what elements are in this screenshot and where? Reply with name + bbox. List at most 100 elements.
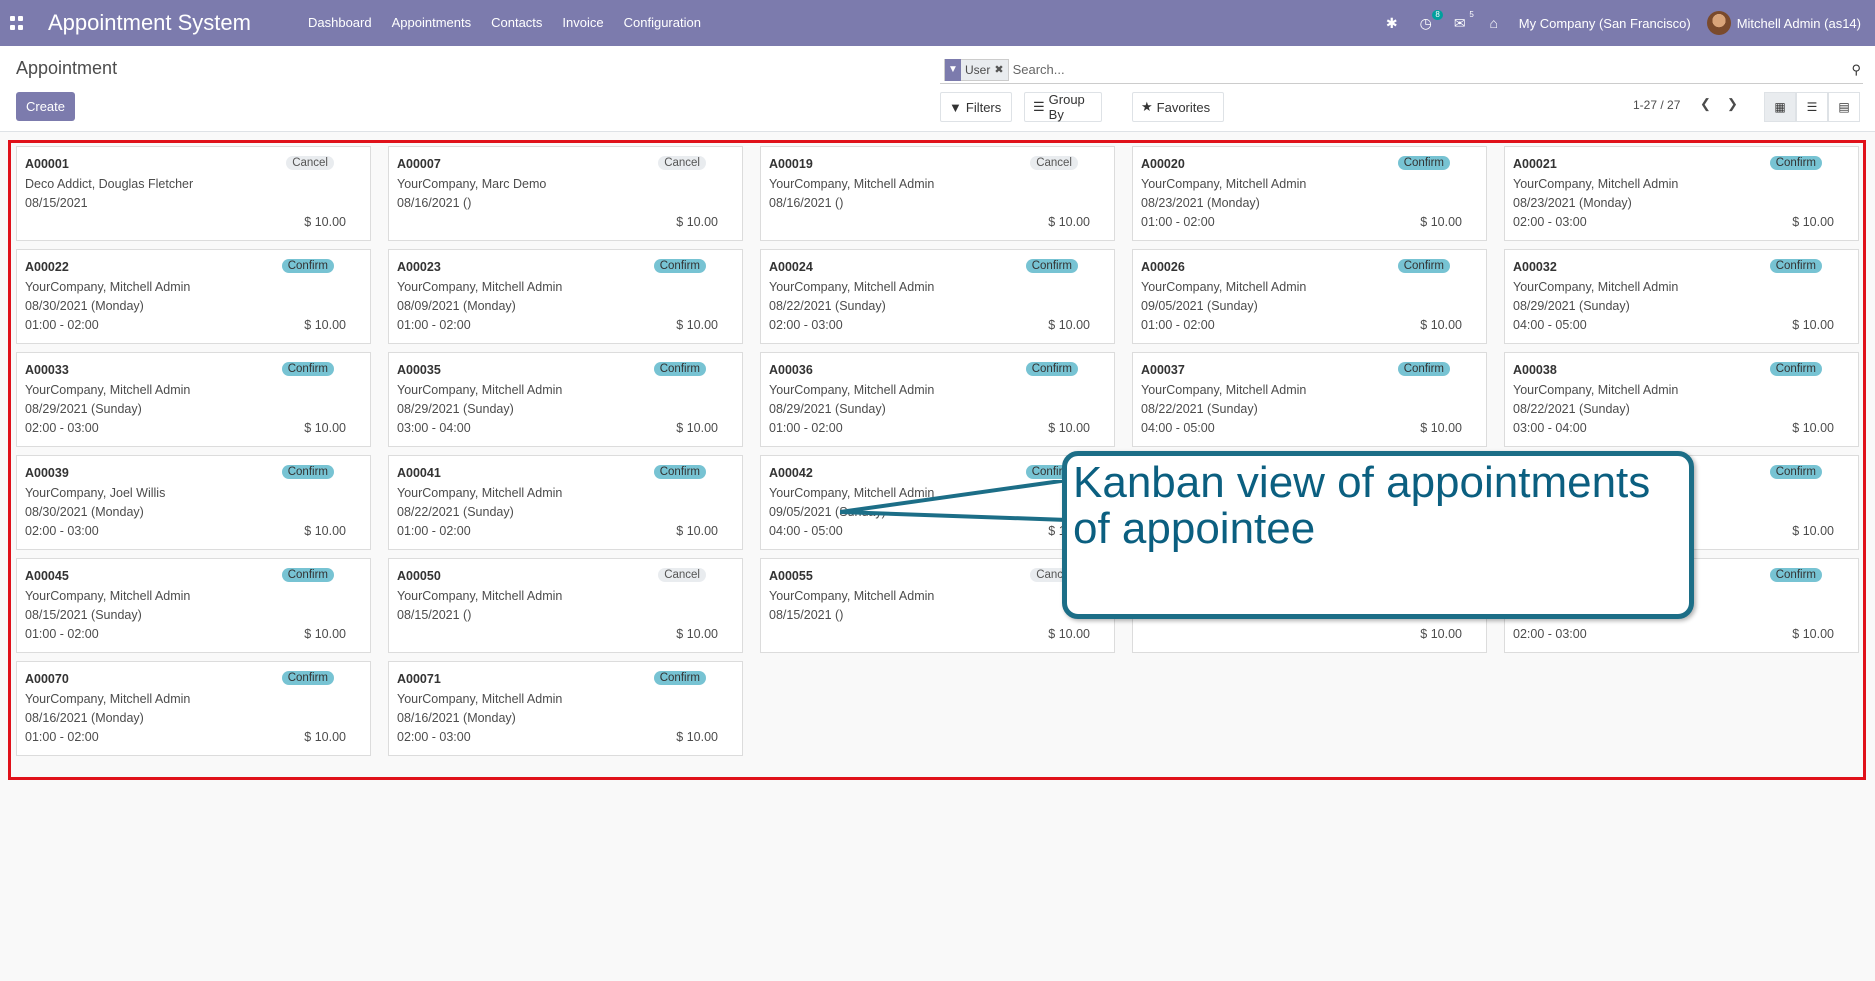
- kanban-card[interactable]: A00070 YourCompany, Mitchell Admin 08/16/2…: [16, 661, 371, 756]
- menu-dashboard[interactable]: Dashboard: [308, 15, 372, 30]
- menu-appointments[interactable]: Appointments: [392, 15, 472, 30]
- star-icon: ★: [1141, 99, 1153, 114]
- card-amount: $ 10.00: [676, 421, 718, 435]
- card-date: 08/22/2021 (Sunday): [1141, 402, 1258, 416]
- activity-clock-icon[interactable]: ◷ 8: [1417, 10, 1443, 32]
- card-amount: $ 10.00: [676, 524, 718, 538]
- card-date: 08/09/2021 (Monday): [397, 299, 516, 313]
- card-date: 09/05/2021 (Sunday): [1141, 299, 1258, 313]
- pager-next-icon[interactable]: ❯: [1727, 96, 1738, 112]
- kanban-card[interactable]: A00071 YourCompany, Mitchell Admin 08/16/2…: [388, 661, 743, 756]
- card-amount: $ 10.00: [304, 318, 346, 332]
- card-amount: $ 10.00: [304, 215, 346, 229]
- kanban-card[interactable]: A00001 Deco Addict, Douglas Fletcher 08/15…: [16, 146, 371, 241]
- kanban-card[interactable]: A00050 YourCompany, Mitchell Admin 08/15/2…: [388, 558, 743, 653]
- kanban-card[interactable]: A00036 YourCompany, Mitchell Admin 08/29/2…: [760, 352, 1115, 447]
- menu-invoice[interactable]: Invoice: [562, 15, 603, 30]
- kanban-card[interactable]: A00039 YourCompany, Joel Willis 08/30/2021…: [16, 455, 371, 550]
- kanban-card[interactable]: A00020 YourCompany, Mitchell Admin 08/23/2…: [1132, 146, 1487, 241]
- card-date: 08/22/2021 (Sunday): [769, 299, 886, 313]
- list-view-button[interactable]: ☰: [1796, 92, 1828, 122]
- search-input[interactable]: [1012, 62, 1863, 77]
- group-by-button[interactable]: ☰ Group By: [1024, 92, 1102, 122]
- menu-contacts[interactable]: Contacts: [491, 15, 542, 30]
- card-amount: $ 10.00: [304, 524, 346, 538]
- menu-configuration[interactable]: Configuration: [624, 15, 701, 30]
- card-reference: A00050: [397, 569, 441, 583]
- search-icon[interactable]: ⚲: [1851, 62, 1861, 78]
- card-date: 08/16/2021 (Monday): [397, 711, 516, 725]
- card-time: 01:00 - 02:00: [397, 318, 471, 332]
- kanban-card[interactable]: A00038 YourCompany, Mitchell Admin 08/22/2…: [1504, 352, 1859, 447]
- status-badge: Cancel: [286, 156, 334, 170]
- status-badge: Confirm: [281, 465, 334, 479]
- card-amount: $ 10.00: [1792, 215, 1834, 229]
- card-time: 02:00 - 03:00: [1513, 627, 1587, 641]
- card-partner: YourCompany, Joel Willis: [25, 486, 166, 500]
- messages-icon[interactable]: ✉ 5: [1451, 10, 1474, 32]
- kanban-card[interactable]: A00021 YourCompany, Mitchell Admin 08/23/2…: [1504, 146, 1859, 241]
- kanban-card[interactable]: A00035 YourCompany, Mitchell Admin 08/29/2…: [388, 352, 743, 447]
- kanban-card[interactable]: A00041 YourCompany, Mitchell Admin 08/22/2…: [388, 455, 743, 550]
- search-facet: ▼ User ✖: [944, 58, 1009, 81]
- card-date: 08/15/2021: [25, 196, 88, 210]
- kanban-card[interactable]: A00032 YourCompany, Mitchell Admin 08/29/2…: [1504, 249, 1859, 344]
- card-reference: A00070: [25, 672, 69, 686]
- card-partner: YourCompany, Mitchell Admin: [1513, 177, 1679, 191]
- calendar-view-button[interactable]: ▤: [1828, 92, 1860, 122]
- activity-badge: 8: [1432, 10, 1443, 20]
- status-badge: Confirm: [653, 465, 706, 479]
- card-partner: YourCompany, Mitchell Admin: [25, 383, 191, 397]
- user-menu[interactable]: Mitchell Admin (as14): [1706, 11, 1861, 35]
- gift-icon[interactable]: ⌂: [1485, 14, 1503, 32]
- pager-value[interactable]: 1-27 / 27: [1633, 98, 1680, 112]
- kanban-card[interactable]: A00024 YourCompany, Mitchell Admin 08/22/2…: [760, 249, 1115, 344]
- card-time: 04:00 - 05:00: [1513, 318, 1587, 332]
- create-button[interactable]: Create: [16, 92, 75, 121]
- card-time: 01:00 - 02:00: [769, 421, 843, 435]
- app-brand[interactable]: Appointment System: [48, 10, 251, 36]
- bug-icon[interactable]: ✱: [1383, 14, 1401, 32]
- card-time: 01:00 - 02:00: [1141, 318, 1215, 332]
- kanban-card[interactable]: A00007 YourCompany, Marc Demo 08/16/2021 (…: [388, 146, 743, 241]
- card-amount: $ 10.00: [676, 627, 718, 641]
- card-amount: $ 10.00: [304, 627, 346, 641]
- kanban-card[interactable]: A00033 YourCompany, Mitchell Admin 08/29/2…: [16, 352, 371, 447]
- status-badge: Cancel: [658, 568, 706, 582]
- card-reference: A00071: [397, 672, 441, 686]
- card-amount: $ 10.00: [1792, 627, 1834, 641]
- kanban-card[interactable]: A00045 YourCompany, Mitchell Admin 08/15/2…: [16, 558, 371, 653]
- kanban-card[interactable]: A00022 YourCompany, Mitchell Admin 08/30/2…: [16, 249, 371, 344]
- card-amount: $ 10.00: [1048, 215, 1090, 229]
- company-switcher[interactable]: My Company (San Francisco): [1519, 16, 1691, 31]
- card-date: 08/23/2021 (Monday): [1513, 196, 1632, 210]
- status-badge: Confirm: [1397, 259, 1450, 273]
- card-time: 01:00 - 02:00: [1141, 215, 1215, 229]
- card-date: 08/15/2021 (Sunday): [25, 608, 142, 622]
- card-reference: A00019: [769, 157, 813, 171]
- kanban-card[interactable]: A00023 YourCompany, Mitchell Admin 08/09/2…: [388, 249, 743, 344]
- card-date: 08/29/2021 (Sunday): [1513, 299, 1630, 313]
- card-date: 08/23/2021 (Monday): [1141, 196, 1260, 210]
- card-date: 08/15/2021 (): [769, 608, 844, 622]
- status-badge: Confirm: [1397, 362, 1450, 376]
- card-time: 02:00 - 03:00: [25, 524, 99, 538]
- card-reference: A00036: [769, 363, 813, 377]
- card-partner: YourCompany, Mitchell Admin: [1513, 383, 1679, 397]
- kanban-view-button[interactable]: ▦: [1764, 92, 1796, 122]
- pager-previous-icon[interactable]: ❮: [1700, 96, 1711, 112]
- card-time: 02:00 - 03:00: [769, 318, 843, 332]
- card-time: 03:00 - 04:00: [1513, 421, 1587, 435]
- kanban-card[interactable]: A00019 YourCompany, Mitchell Admin 08/16/2…: [760, 146, 1115, 241]
- remove-facet-icon[interactable]: ✖: [994, 63, 1007, 76]
- kanban-card[interactable]: A00026 YourCompany, Mitchell Admin 09/05/2…: [1132, 249, 1487, 344]
- card-amount: $ 10.00: [676, 318, 718, 332]
- favorites-button[interactable]: ★ Favorites: [1132, 92, 1224, 122]
- card-amount: $ 10.00: [1048, 627, 1090, 641]
- kanban-card[interactable]: A00037 YourCompany, Mitchell Admin 08/22/2…: [1132, 352, 1487, 447]
- status-badge: Confirm: [281, 568, 334, 582]
- filters-button[interactable]: ▼ Filters: [940, 92, 1012, 122]
- callout-annotation: Kanban view of appointments of appointee: [1062, 451, 1694, 619]
- apps-menu-icon[interactable]: [10, 16, 24, 30]
- card-amount: $ 10.00: [304, 421, 346, 435]
